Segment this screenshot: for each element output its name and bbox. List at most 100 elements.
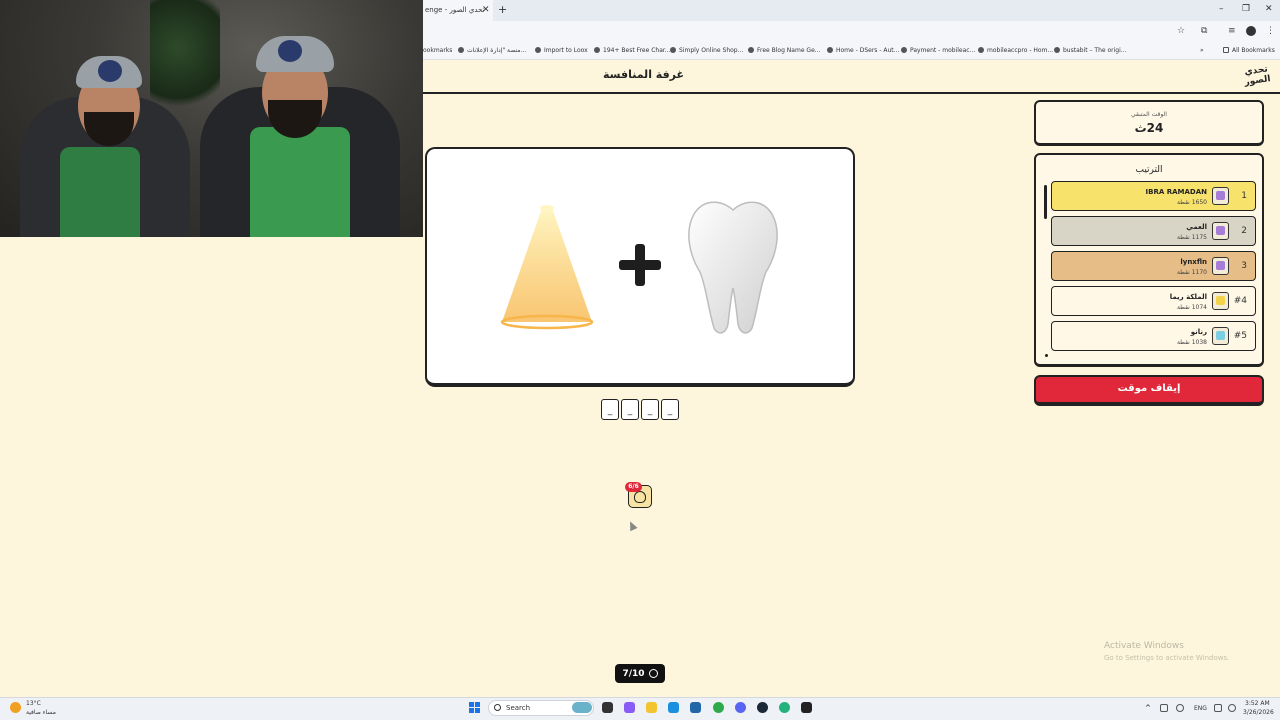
volume-icon[interactable] [1228,704,1236,712]
leaderboard-rank: #4 [1233,296,1247,306]
activation-watermark-subtitle: Go to Settings to activate Windows. [1104,654,1230,662]
bookmark-label: Payment - mobileac... [910,47,976,54]
maximize-icon[interactable]: ❐ [1242,4,1250,14]
store-icon[interactable] [690,702,701,713]
minimize-icon[interactable]: – [1219,4,1224,14]
player-name: رنانو [1190,328,1207,336]
tray-app-icon[interactable] [1160,704,1168,712]
leaderboard-rank: 1 [1241,191,1247,201]
network-icon[interactable] [1214,704,1222,712]
bookmark-item[interactable]: Simply Online Shop... [670,47,743,54]
answer-slots[interactable]: _ _ _ _ [601,399,679,420]
edge-icon[interactable] [668,702,679,713]
timer-panel: الوقت المتبقي 24ث [1034,100,1264,146]
brand-logo[interactable]: تحدي الصور [1242,64,1273,90]
bookmarks-overflow-icon[interactable]: » [1200,47,1204,54]
bookmark-item[interactable]: منصة "إدارة الإعلانات... [458,47,526,54]
round-label: 7/10 [622,668,645,679]
bookmark-item[interactable]: Import to Loox [535,47,588,54]
answer-slot[interactable]: _ [641,399,659,420]
bookmark-favicon-icon [594,47,600,53]
weather-description: مساء صافية [26,709,56,716]
scroll-indicator-icon [1045,354,1048,357]
leaderboard-rank: 2 [1241,226,1247,236]
tab-close-icon[interactable]: ✕ [482,5,490,15]
tray-overflow-icon[interactable]: ^ [1145,704,1153,712]
player-score: 1170 نقطة [1176,269,1207,276]
weather-moon-icon[interactable] [10,702,21,713]
leaderboard-title: الترتيب [1135,165,1163,175]
player-name: lynxfln [1180,258,1207,266]
player-score: 1650 نقطة [1176,199,1207,206]
bookmark-label: 194+ Best Free Char... [603,47,671,54]
answer-slot[interactable]: _ [661,399,679,420]
windows-start-icon[interactable] [469,702,480,713]
bookmark-item[interactable]: Free Blog Name Ge... [748,47,820,54]
bookmark-favicon-icon [748,47,754,53]
leaderboard-panel: الترتيب 1 IBRA RAMADAN 1650 نقطة 2 العمي 1175… [1034,153,1264,367]
tooth-image [688,201,778,334]
leaderboard-row: 3 lynxfln 1170 نقطة [1051,251,1256,281]
obs-icon[interactable] [801,702,812,713]
bookmark-favicon-icon [458,47,464,53]
all-bookmarks-label: All Bookmarks [1232,47,1275,54]
bookmark-favicon-icon [535,47,541,53]
bookmark-item[interactable]: Home - DSers - Aut... [827,47,899,54]
discord-icon[interactable] [735,702,746,713]
media-icon[interactable]: ≡ [1228,26,1236,36]
language-indicator[interactable]: ENG [1194,705,1207,712]
player-name: الملكة ريما [1169,293,1207,301]
stop-timer-button[interactable]: إيقاف موقت [1034,375,1264,406]
copilot-icon[interactable] [624,702,635,713]
search-placeholder: Search [506,704,531,712]
all-bookmarks[interactable]: All Bookmarks [1223,47,1275,54]
bookmark-favicon-icon [978,47,984,53]
clock-time[interactable]: 3:52 AM [1245,700,1270,707]
timer-label: الوقت المتبقي [1131,111,1167,118]
app-icon[interactable] [779,702,790,713]
round-counter: 7/10 [615,664,665,683]
player-score: 1074 نقطة [1176,304,1207,311]
bookmark-item[interactable]: mobileaccpro - Hom... [978,47,1053,54]
bookmark-label: mobileaccpro - Hom... [987,47,1054,54]
bookmark-item[interactable]: bustabit – The origi... [1054,47,1126,54]
bookmark-favicon-icon [1054,47,1060,53]
player-name: IBRA RAMADAN [1145,188,1207,196]
task-view-icon[interactable] [602,702,613,713]
menu-kebab-icon[interactable]: ⋮ [1266,26,1275,36]
microphone-icon[interactable] [1176,704,1184,712]
webcam-overlay [0,0,423,237]
bookmark-label: bustabit – The origi... [1063,47,1127,54]
extensions-icon[interactable]: ⧉ [1201,26,1207,36]
address-bar[interactable] [423,21,1280,42]
file-explorer-icon[interactable] [646,702,657,713]
clock-date[interactable]: 3/26/2026 [1243,709,1274,716]
steam-icon[interactable] [757,702,768,713]
bookmark-label: Home - DSers - Aut... [836,47,900,54]
leaderboard-scrollbar[interactable] [1044,185,1047,219]
bookmark-item[interactable]: Payment - mobileac... [901,47,975,54]
spotlight-image [500,205,594,330]
profile-avatar[interactable] [1246,26,1256,36]
player-avatar [1212,222,1229,240]
bookmark-favicon-icon [670,47,676,53]
window-close-icon[interactable]: ✕ [1265,4,1273,14]
activation-watermark-title: Activate Windows [1104,641,1184,651]
leaderboard-row: 1 IBRA RAMADAN 1650 نقطة [1051,181,1256,211]
bookmark-label: منصة "إدارة الإعلانات... [467,47,527,54]
mouse-cursor-icon [626,519,638,532]
answer-slot[interactable]: _ [621,399,639,420]
chrome-icon[interactable] [713,702,724,713]
weather-temperature: 13°C [26,700,41,707]
image-icon [648,669,658,678]
bookmark-item[interactable]: 194+ Best Free Char... [594,47,671,54]
search-highlight-icon[interactable] [572,702,592,713]
new-tab-icon[interactable]: + [498,3,507,16]
plus-icon [619,244,661,286]
app-header [423,60,1280,94]
player-avatar [1212,187,1229,205]
page-title: غرفة المنافسة [603,68,685,81]
star-icon[interactable]: ☆ [1177,26,1185,36]
answer-slot[interactable]: _ [601,399,619,420]
bookmark-item[interactable]: ookmarks [423,47,452,54]
